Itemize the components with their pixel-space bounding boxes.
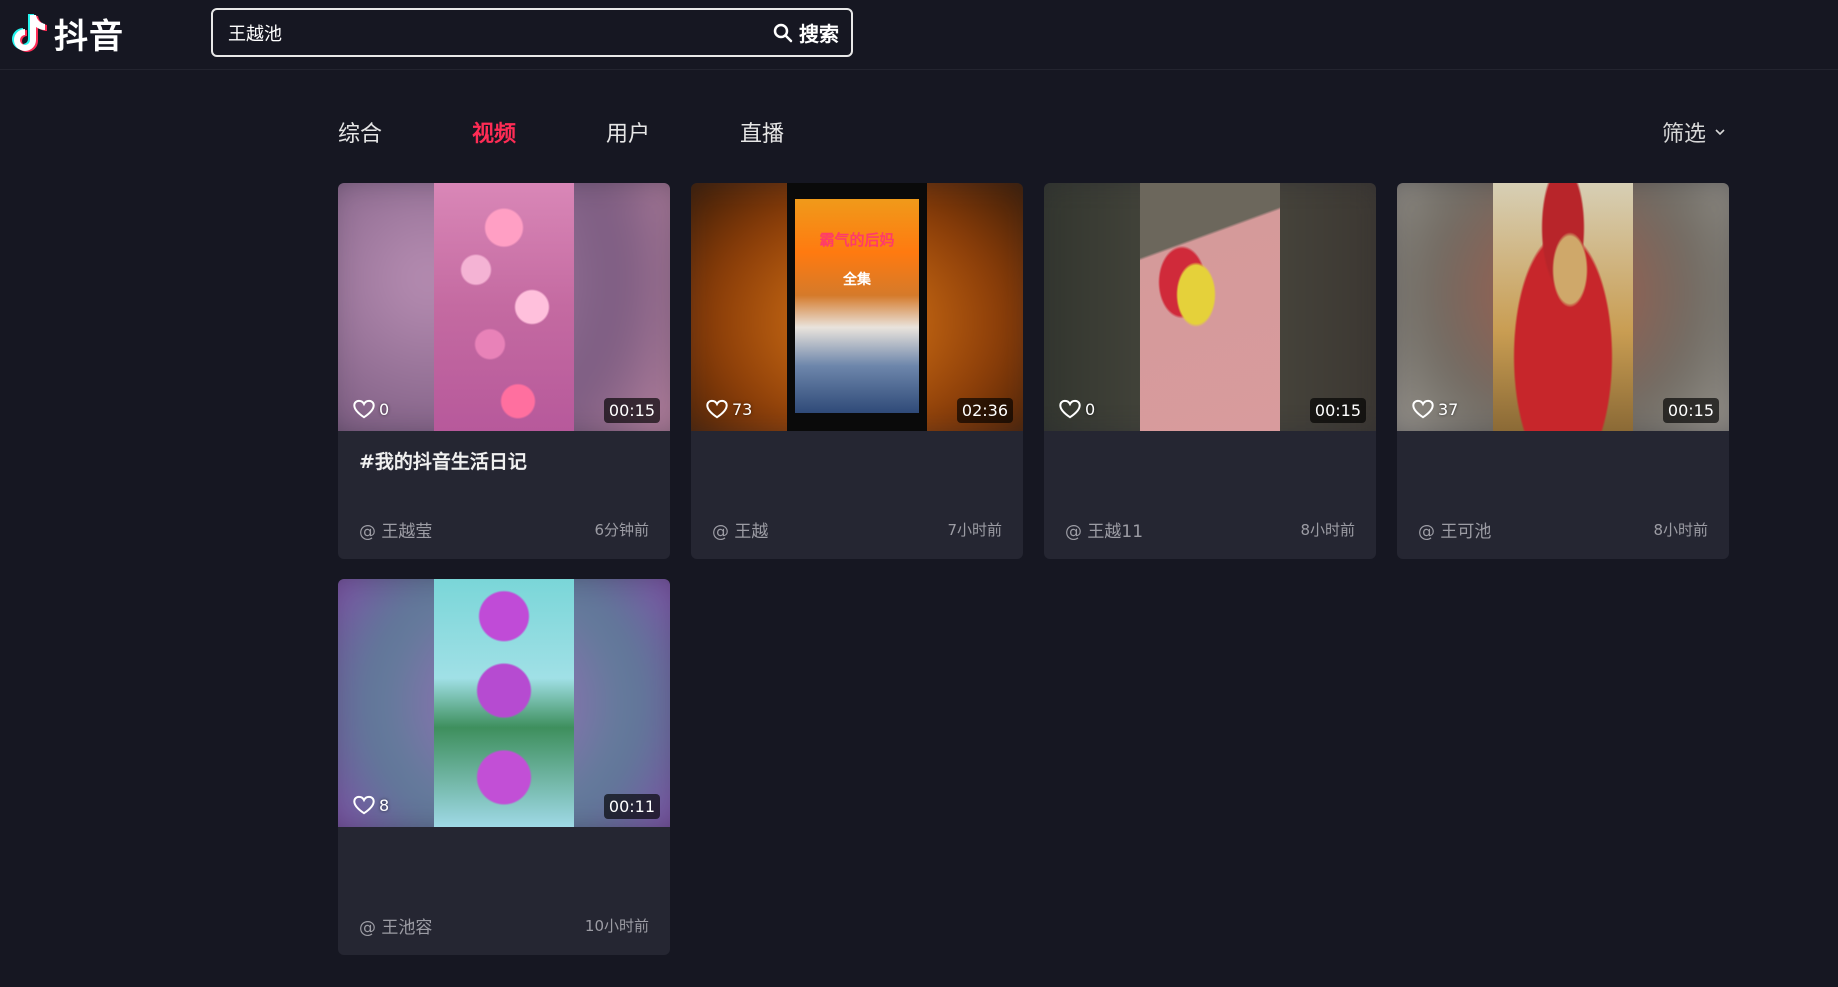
heart-icon [353,795,375,815]
tiktok-note-icon [12,14,47,52]
cover-title: 霸气的后妈 [819,231,895,249]
like-count: 0 [353,399,389,419]
like-count: 0 [1059,399,1095,419]
video-card[interactable]: 0 00:15 #我的抖音生活日记 @ 王越莹 6分钟前 [338,183,670,559]
video-author[interactable]: @ 王池容 [359,913,432,938]
search-input[interactable] [213,10,773,55]
video-thumbnail[interactable]: 0 00:15 [1044,183,1376,431]
cover-subtitle: 全集 [843,272,871,288]
video-card[interactable]: 8 00:11 @ 王池容 10小时前 [338,579,670,955]
video-time: 8小时前 [1653,521,1708,539]
video-time: 6分钟前 [594,521,649,539]
video-thumbnail[interactable]: 8 00:11 [338,579,670,827]
search-button-label: 搜索 [799,22,839,46]
video-duration: 00:15 [603,398,660,423]
video-title[interactable]: #我的抖音生活日记 [359,447,649,474]
flower-cover [434,579,574,827]
logo-text: 抖音 [54,16,124,57]
video-card[interactable]: 霸气的后妈 全集 73 02:36 @ 王越 7小时前 [691,183,1023,559]
heart-icon [1059,399,1081,419]
video-results-grid: 0 00:15 #我的抖音生活日记 @ 王越莹 6分钟前 霸气的后妈 全集 73… [338,183,1730,958]
cherry-blossom-cover [434,183,574,431]
video-duration: 00:11 [603,794,660,819]
video-author[interactable]: @ 王可池 [1418,517,1491,542]
tab-live[interactable]: 直播 [740,116,784,148]
tab-comprehensive[interactable]: 综合 [338,116,382,148]
filter-label: 筛选 [1662,122,1707,147]
video-duration: 02:36 [956,398,1013,423]
video-time: 8小时前 [1300,521,1355,539]
video-time: 10小时前 [584,917,649,935]
heart-icon [706,399,728,419]
douyin-logo[interactable]: 抖音 [8,10,124,57]
video-author[interactable]: @ 王越莹 [359,517,432,542]
like-count: 37 [1412,399,1458,419]
pillow-cover [1140,183,1280,431]
tab-video[interactable]: 视频 [472,116,516,148]
chevron-down-icon [1715,129,1725,136]
search-icon [773,23,793,42]
video-card[interactable]: 37 00:15 @ 王可池 8小时前 [1397,183,1729,559]
video-duration: 00:15 [1309,398,1366,423]
video-thumbnail[interactable]: 霸气的后妈 全集 73 02:36 [691,183,1023,431]
top-header: 抖音 搜索 [0,0,1838,70]
heart-icon [1412,399,1434,419]
filter-button[interactable]: 筛选 [1662,116,1726,148]
drama-poster-cover: 霸气的后妈 全集 [787,183,927,431]
video-thumbnail[interactable]: 37 00:15 [1397,183,1729,431]
statue-cover [1493,183,1633,431]
video-author[interactable]: @ 王越11 [1065,517,1143,542]
video-card[interactable]: 0 00:15 @ 王越11 8小时前 [1044,183,1376,559]
search-button[interactable]: 搜索 [773,18,851,47]
heart-icon [353,399,375,419]
like-count: 8 [353,795,389,815]
like-count: 73 [706,399,752,419]
video-duration: 00:15 [1662,398,1719,423]
search-tabs: 综合 视频 用户 直播 [338,112,874,152]
video-time: 7小时前 [947,521,1002,539]
search-bar: 搜索 [211,8,853,57]
tab-users[interactable]: 用户 [606,116,650,148]
video-thumbnail[interactable]: 0 00:15 [338,183,670,431]
video-author[interactable]: @ 王越 [712,517,768,542]
